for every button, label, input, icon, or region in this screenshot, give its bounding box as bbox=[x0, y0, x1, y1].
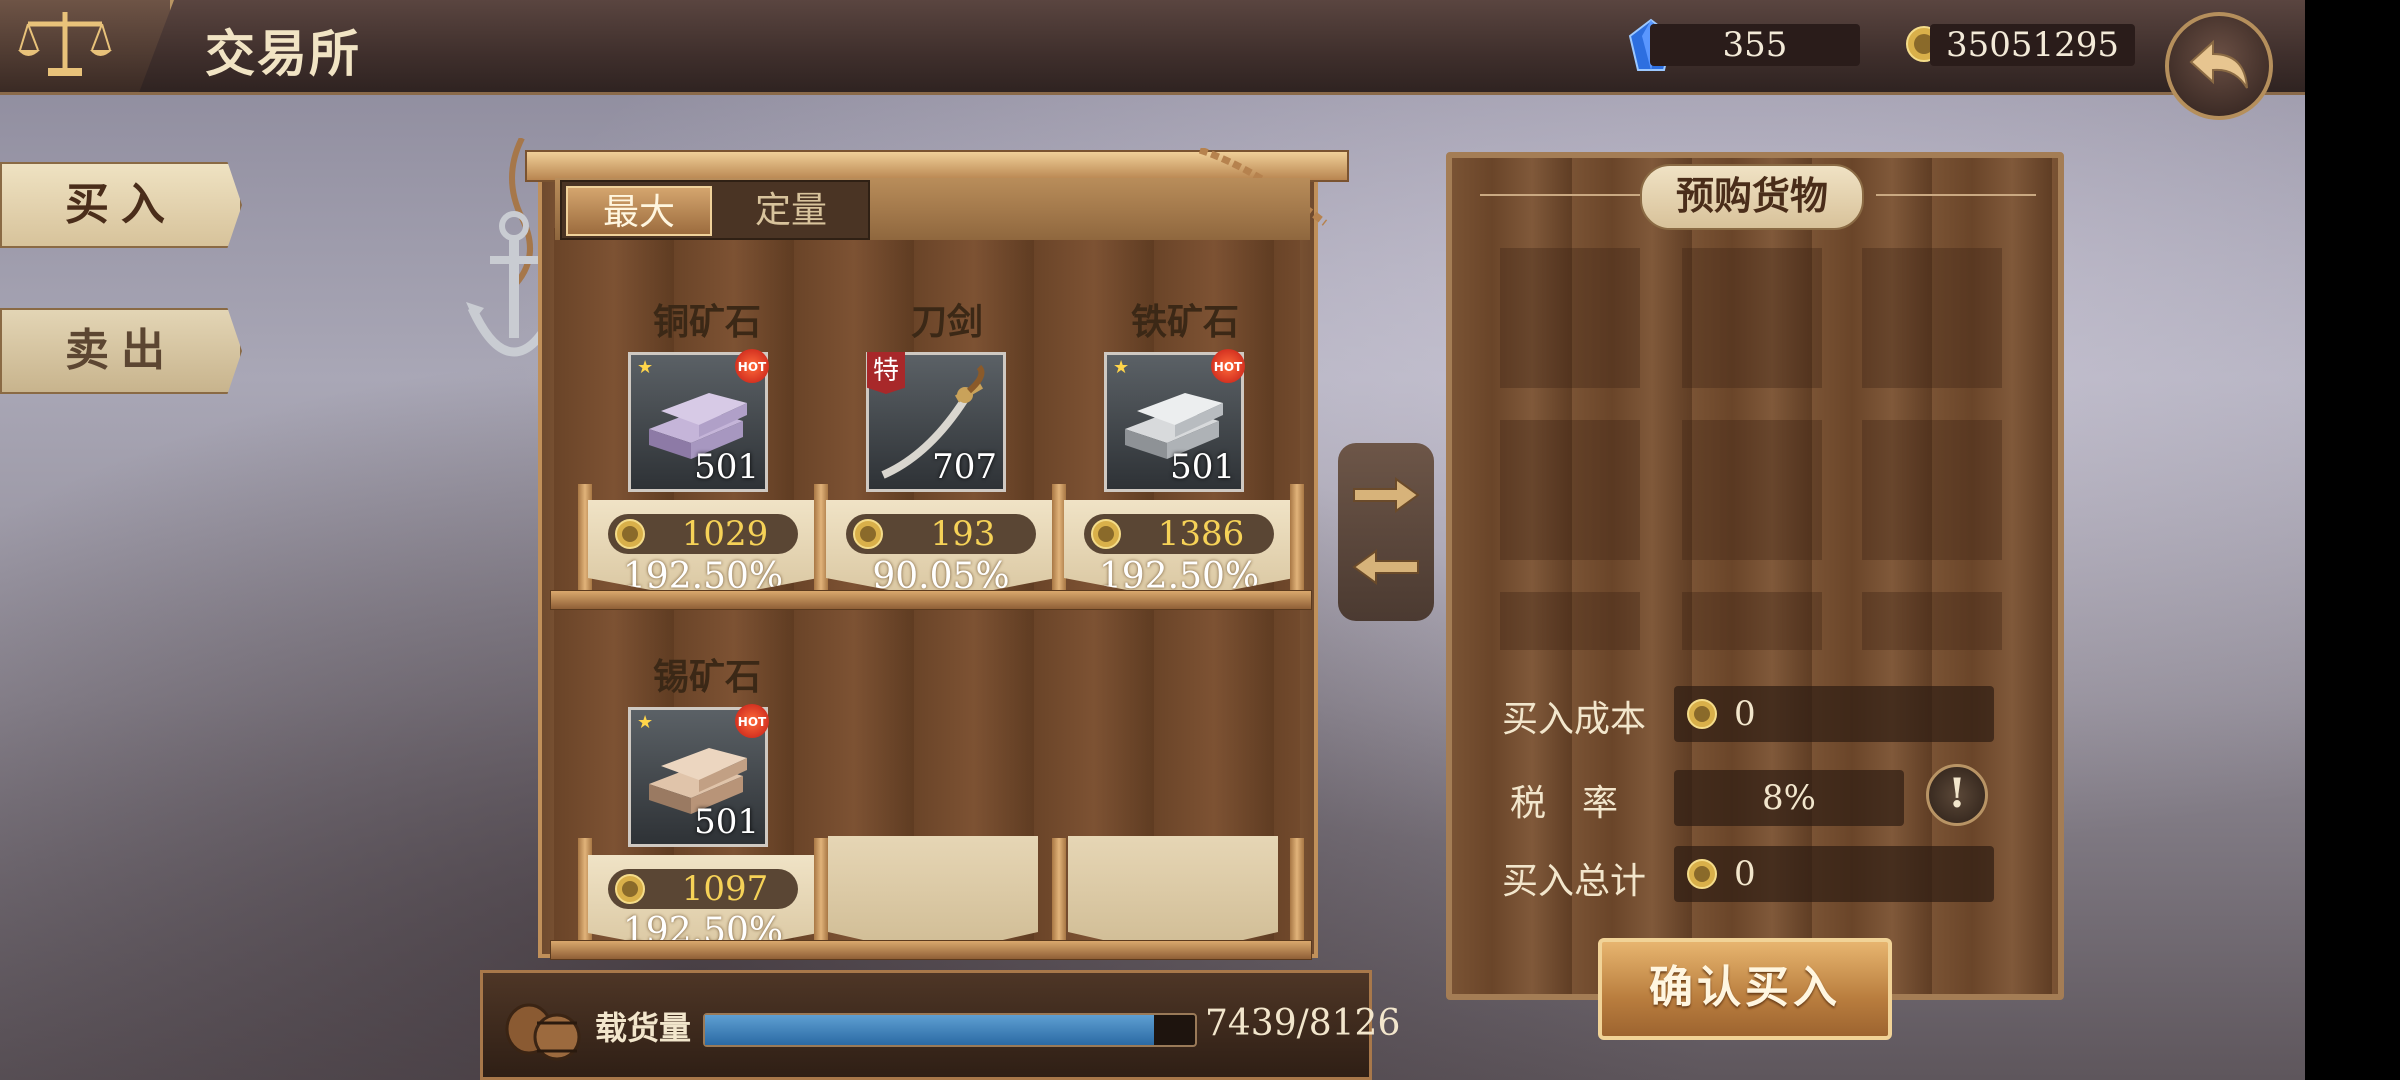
item-quantity: 501 bbox=[1170, 447, 1235, 487]
item-price: 1097 bbox=[681, 869, 769, 909]
item-name: 铁矿石 bbox=[1130, 301, 1239, 343]
star-badge-icon: ★ bbox=[1113, 357, 1130, 378]
game-scene: 交易所 355 35051295 买入 卖出 最大 定量 铜矿石 ★ HOT 5… bbox=[0, 0, 2305, 1080]
order-slot[interactable] bbox=[1862, 248, 2002, 388]
hot-badge-icon: HOT bbox=[735, 349, 769, 383]
star-badge-icon: ★ bbox=[637, 357, 654, 378]
item-quantity: 501 bbox=[694, 447, 759, 487]
arrow-right-icon[interactable] bbox=[1350, 475, 1422, 515]
tray-post bbox=[814, 838, 828, 948]
transfer-arrows bbox=[1338, 443, 1434, 621]
gold-coin-icon bbox=[1687, 699, 1717, 729]
shelf bbox=[550, 940, 1312, 960]
gold-coin-icon bbox=[615, 874, 645, 904]
gold-coin-icon bbox=[1091, 519, 1121, 549]
buy-total-label: 买入总计 bbox=[1502, 861, 1647, 902]
order-slot[interactable] bbox=[1500, 592, 1640, 650]
scales-icon bbox=[18, 12, 112, 76]
buy-cost-label: 买入成本 bbox=[1502, 699, 1647, 740]
empty-slot bbox=[828, 836, 1038, 956]
item-card-copper-ore[interactable]: ★ HOT 501 bbox=[628, 349, 769, 492]
scales-emblem bbox=[0, 0, 174, 92]
buy-total-field: 0 bbox=[1674, 846, 1994, 902]
gold-coin-icon bbox=[853, 519, 883, 549]
tax-rate-value: 8% bbox=[1762, 778, 1816, 818]
item-name: 铜矿石 bbox=[652, 301, 761, 343]
back-arrow-icon bbox=[2189, 39, 2248, 89]
order-slot[interactable] bbox=[1862, 420, 2002, 560]
item-quantity: 501 bbox=[694, 802, 759, 842]
gold-count: 35051295 bbox=[1930, 24, 2135, 66]
item-name: 锡矿石 bbox=[652, 656, 761, 698]
title-rule-left bbox=[1480, 194, 1640, 196]
tab-sell[interactable]: 卖出 bbox=[0, 308, 242, 394]
tray-post bbox=[1052, 484, 1066, 594]
item-card-sword[interactable]: 特 707 bbox=[866, 352, 1006, 492]
order-slot[interactable] bbox=[1862, 592, 2002, 650]
order-slot[interactable] bbox=[1682, 248, 1822, 388]
mode-toggle: 最大 定量 bbox=[560, 180, 870, 240]
order-slot[interactable] bbox=[1682, 420, 1822, 560]
tax-rate-label: 税 率 bbox=[1510, 783, 1619, 824]
item-card-tin-ore[interactable]: ★ HOT 501 bbox=[628, 704, 769, 847]
mode-max-button[interactable]: 最大 bbox=[566, 186, 712, 236]
empty-slot bbox=[1068, 836, 1278, 956]
buy-total-value: 0 bbox=[1734, 854, 1756, 894]
price-pill: 193 bbox=[846, 514, 1036, 554]
item-price: 1386 bbox=[1157, 514, 1245, 554]
item-price: 1029 bbox=[681, 514, 769, 554]
buy-cost-field: 0 bbox=[1674, 686, 1994, 742]
star-badge-icon: ★ bbox=[637, 712, 654, 733]
order-panel-title: 预购货物 bbox=[1640, 164, 1864, 230]
order-slot[interactable] bbox=[1500, 248, 1640, 388]
price-pill: 1097 bbox=[608, 869, 798, 909]
buy-cost-value: 0 bbox=[1734, 694, 1756, 734]
gold-coin-icon bbox=[1687, 859, 1717, 889]
gem-count: 355 bbox=[1650, 24, 1860, 66]
hot-badge-icon: HOT bbox=[735, 704, 769, 738]
mode-quantity-button[interactable]: 定量 bbox=[718, 186, 864, 236]
item-card-iron-ore[interactable]: ★ HOT 501 bbox=[1104, 349, 1245, 492]
capacity-label: 载货量 bbox=[595, 1009, 692, 1047]
top-bar: 交易所 355 35051295 bbox=[0, 0, 2305, 120]
screen-edge bbox=[2305, 0, 2400, 1080]
capacity-value: 7439/8126 bbox=[1205, 1003, 1401, 1044]
tax-rate-field: 8% bbox=[1674, 770, 1904, 826]
barrel-icon bbox=[505, 1003, 581, 1061]
cargo-capacity: 载货量 7439/8126 bbox=[480, 970, 1400, 1080]
item-quantity: 707 bbox=[932, 447, 997, 487]
order-slot[interactable] bbox=[1500, 420, 1640, 560]
tray-post bbox=[1290, 484, 1304, 594]
tab-buy[interactable]: 买入 bbox=[0, 162, 242, 248]
arrow-left-icon[interactable] bbox=[1350, 547, 1422, 587]
item-price: 193 bbox=[930, 514, 996, 554]
hot-badge-icon: HOT bbox=[1211, 349, 1245, 383]
tray-post bbox=[1290, 838, 1304, 948]
gold-coin-icon bbox=[615, 519, 645, 549]
capacity-bar-fill bbox=[705, 1015, 1154, 1045]
item-name: 刀剑 bbox=[910, 301, 983, 343]
page-title: 交易所 bbox=[205, 24, 361, 83]
capacity-bar bbox=[703, 1013, 1197, 1047]
special-badge: 特 bbox=[867, 352, 905, 394]
tray-post bbox=[1052, 838, 1066, 948]
title-rule-right bbox=[1876, 194, 2036, 196]
shelf bbox=[550, 590, 1312, 610]
tax-info-button[interactable]: ! bbox=[1926, 764, 1988, 826]
back-button[interactable] bbox=[2165, 12, 2273, 120]
price-pill: 1386 bbox=[1084, 514, 1274, 554]
price-pill: 1029 bbox=[608, 514, 798, 554]
order-slot[interactable] bbox=[1682, 592, 1822, 650]
confirm-buy-button[interactable]: 确认买入 bbox=[1598, 938, 1892, 1040]
tray-post bbox=[814, 484, 828, 594]
